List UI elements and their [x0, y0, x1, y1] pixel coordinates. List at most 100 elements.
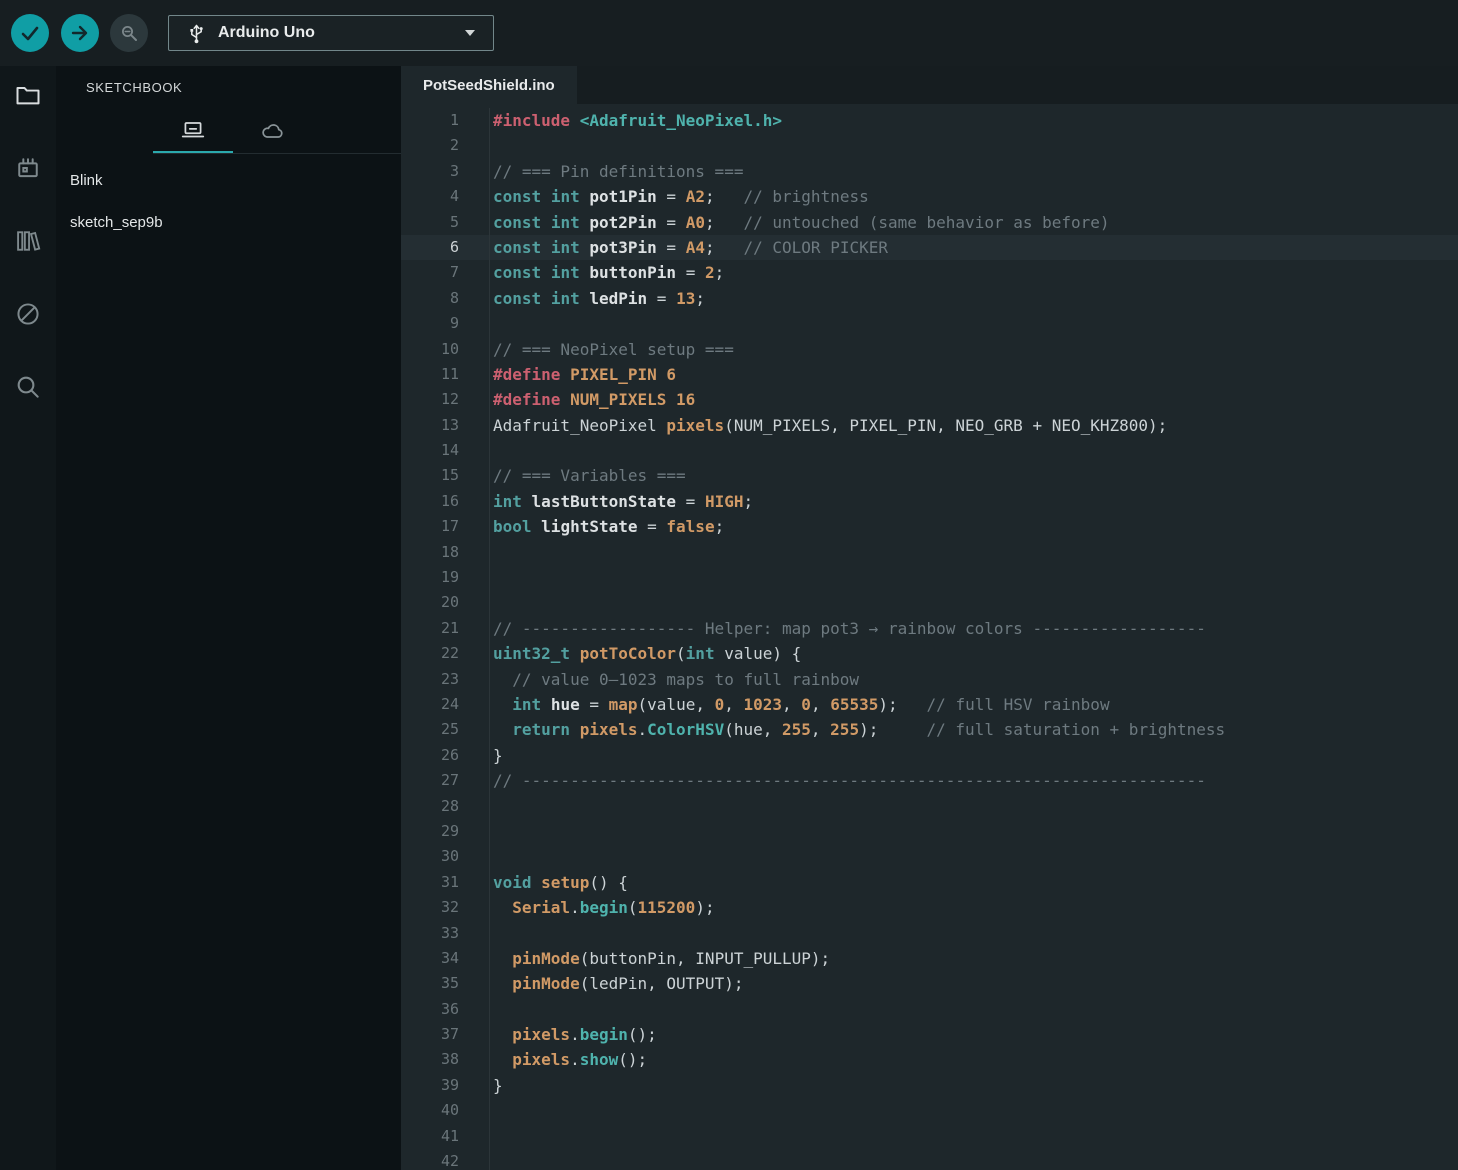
code-line[interactable]: 4const int pot1Pin = A2; // brightness	[401, 184, 1458, 209]
code-line[interactable]: 11#define PIXEL_PIN 6	[401, 362, 1458, 387]
code-line[interactable]: 25 return pixels.ColorHSV(hue, 255, 255)…	[401, 717, 1458, 742]
code-line[interactable]: 29	[401, 819, 1458, 844]
line-number[interactable]: 10	[401, 337, 459, 362]
code-line[interactable]: 13Adafruit_NeoPixel pixels(NUM_PIXELS, P…	[401, 413, 1458, 438]
line-number[interactable]: 11	[401, 362, 459, 387]
code-line[interactable]: 28	[401, 794, 1458, 819]
code-line[interactable]: 18	[401, 540, 1458, 565]
code-line[interactable]: 41	[401, 1124, 1458, 1149]
tab-potseedshield-ino[interactable]: PotSeedShield.ino	[401, 66, 577, 104]
line-number[interactable]: 34	[401, 946, 459, 971]
line-number[interactable]: 12	[401, 387, 459, 412]
line-number[interactable]: 8	[401, 286, 459, 311]
sidebar-item-search[interactable]	[0, 370, 56, 404]
code-line[interactable]: 33	[401, 921, 1458, 946]
line-number[interactable]: 30	[401, 844, 459, 869]
line-number[interactable]: 32	[401, 895, 459, 920]
sidebar-item-sketchbook[interactable]	[0, 78, 56, 112]
line-number[interactable]: 33	[401, 921, 459, 946]
code-line[interactable]: 37 pixels.begin();	[401, 1022, 1458, 1047]
line-number[interactable]: 40	[401, 1098, 459, 1123]
code-line[interactable]: 16 int lastButtonState = HIGH;	[401, 489, 1458, 514]
line-number[interactable]: 5	[401, 210, 459, 235]
line-number[interactable]: 35	[401, 971, 459, 996]
code-line[interactable]: 14	[401, 438, 1458, 463]
line-number[interactable]: 7	[401, 260, 459, 285]
list-item-sketch[interactable]: sketch_sep9b	[56, 202, 401, 244]
code-line[interactable]: 40	[401, 1098, 1458, 1123]
line-number[interactable]: 29	[401, 819, 459, 844]
line-number[interactable]: 25	[401, 717, 459, 742]
line-number[interactable]: 38	[401, 1047, 459, 1072]
line-number[interactable]: 15	[401, 463, 459, 488]
line-number[interactable]: 20	[401, 590, 459, 615]
code-line[interactable]: 39}	[401, 1073, 1458, 1098]
line-number[interactable]: 14	[401, 438, 459, 463]
code-line[interactable]: 7const int buttonPin = 2;	[401, 260, 1458, 285]
line-number[interactable]: 26	[401, 743, 459, 768]
code-line[interactable]: 12#define NUM_PIXELS 16	[401, 387, 1458, 412]
sidebar-item-boards-manager[interactable]	[0, 151, 56, 185]
code-line[interactable]: 1#include <Adafruit_NeoPixel.h>	[401, 108, 1458, 133]
code-line[interactable]: 30	[401, 844, 1458, 869]
code-line[interactable]: 5const int pot2Pin = A0; // untouched (s…	[401, 210, 1458, 235]
upload-button[interactable]	[61, 14, 99, 52]
code-line[interactable]: 9	[401, 311, 1458, 336]
code-line[interactable]: 32 Serial.begin(115200);	[401, 895, 1458, 920]
debug-button[interactable]	[110, 14, 148, 52]
line-number[interactable]: 41	[401, 1124, 459, 1149]
sidebar-item-library-manager[interactable]	[0, 224, 56, 258]
code-line[interactable]: 22uint32_t potToColor(int value) {	[401, 641, 1458, 666]
code-area[interactable]: 1#include <Adafruit_NeoPixel.h>23// === …	[401, 104, 1458, 1170]
line-number[interactable]: 9	[401, 311, 459, 336]
line-number[interactable]: 3	[401, 159, 459, 184]
line-number[interactable]: 16	[401, 489, 459, 514]
code-line[interactable]: 17bool lightState = false;	[401, 514, 1458, 539]
line-number[interactable]: 31	[401, 870, 459, 895]
line-number[interactable]: 23	[401, 667, 459, 692]
tab-local-sketchbook[interactable]	[153, 109, 233, 153]
code-line[interactable]: 6const int pot3Pin = A4; // COLOR PICKER	[401, 235, 1458, 260]
code-line[interactable]: 21// ------------------ Helper: map pot3…	[401, 616, 1458, 641]
line-number[interactable]: 19	[401, 565, 459, 590]
line-number[interactable]: 39	[401, 1073, 459, 1098]
line-number[interactable]: 21	[401, 616, 459, 641]
code-line[interactable]: 8const int ledPin = 13;	[401, 286, 1458, 311]
line-number[interactable]: 36	[401, 997, 459, 1022]
code-line[interactable]: 31void setup() {	[401, 870, 1458, 895]
line-number[interactable]: 24	[401, 692, 459, 717]
line-number[interactable]: 17	[401, 514, 459, 539]
verify-button[interactable]	[11, 14, 49, 52]
code-line[interactable]: 10// === NeoPixel setup ===	[401, 337, 1458, 362]
code-line[interactable]: 34 pinMode(buttonPin, INPUT_PULLUP);	[401, 946, 1458, 971]
code-line[interactable]: 35 pinMode(ledPin, OUTPUT);	[401, 971, 1458, 996]
code-line[interactable]: 27// -----------------------------------…	[401, 768, 1458, 793]
line-number[interactable]: 37	[401, 1022, 459, 1047]
line-number[interactable]: 42	[401, 1149, 459, 1170]
line-number[interactable]: 2	[401, 133, 459, 158]
code-line[interactable]: 15// === Variables ===	[401, 463, 1458, 488]
line-number[interactable]: 4	[401, 184, 459, 209]
code-line[interactable]: 19	[401, 565, 1458, 590]
line-number[interactable]: 18	[401, 540, 459, 565]
code-line[interactable]: 36	[401, 997, 1458, 1022]
line-number[interactable]: 28	[401, 794, 459, 819]
code-line[interactable]: 38 pixels.show();	[401, 1047, 1458, 1072]
code-line[interactable]: 3// === Pin definitions ===	[401, 159, 1458, 184]
code-line[interactable]: 20	[401, 590, 1458, 615]
line-number[interactable]: 27	[401, 768, 459, 793]
code-line[interactable]: 2	[401, 133, 1458, 158]
line-number[interactable]: 22	[401, 641, 459, 666]
tab-cloud-sketchbook[interactable]	[233, 109, 313, 153]
line-number[interactable]: 13	[401, 413, 459, 438]
list-item-sketch[interactable]: Blink	[56, 160, 401, 202]
line-number[interactable]: 1	[401, 108, 459, 133]
code-line-text: int lastButtonState = HIGH;	[489, 489, 1458, 514]
code-line[interactable]: 42	[401, 1149, 1458, 1170]
code-line[interactable]: 24 int hue = map(value, 0, 1023, 0, 6553…	[401, 692, 1458, 717]
line-number[interactable]: 6	[401, 235, 459, 260]
board-selector[interactable]: Arduino Uno	[168, 15, 494, 51]
code-line[interactable]: 26}	[401, 743, 1458, 768]
sidebar-item-debug[interactable]	[0, 297, 56, 331]
code-line[interactable]: 23 // value 0–1023 maps to full rainbow	[401, 667, 1458, 692]
